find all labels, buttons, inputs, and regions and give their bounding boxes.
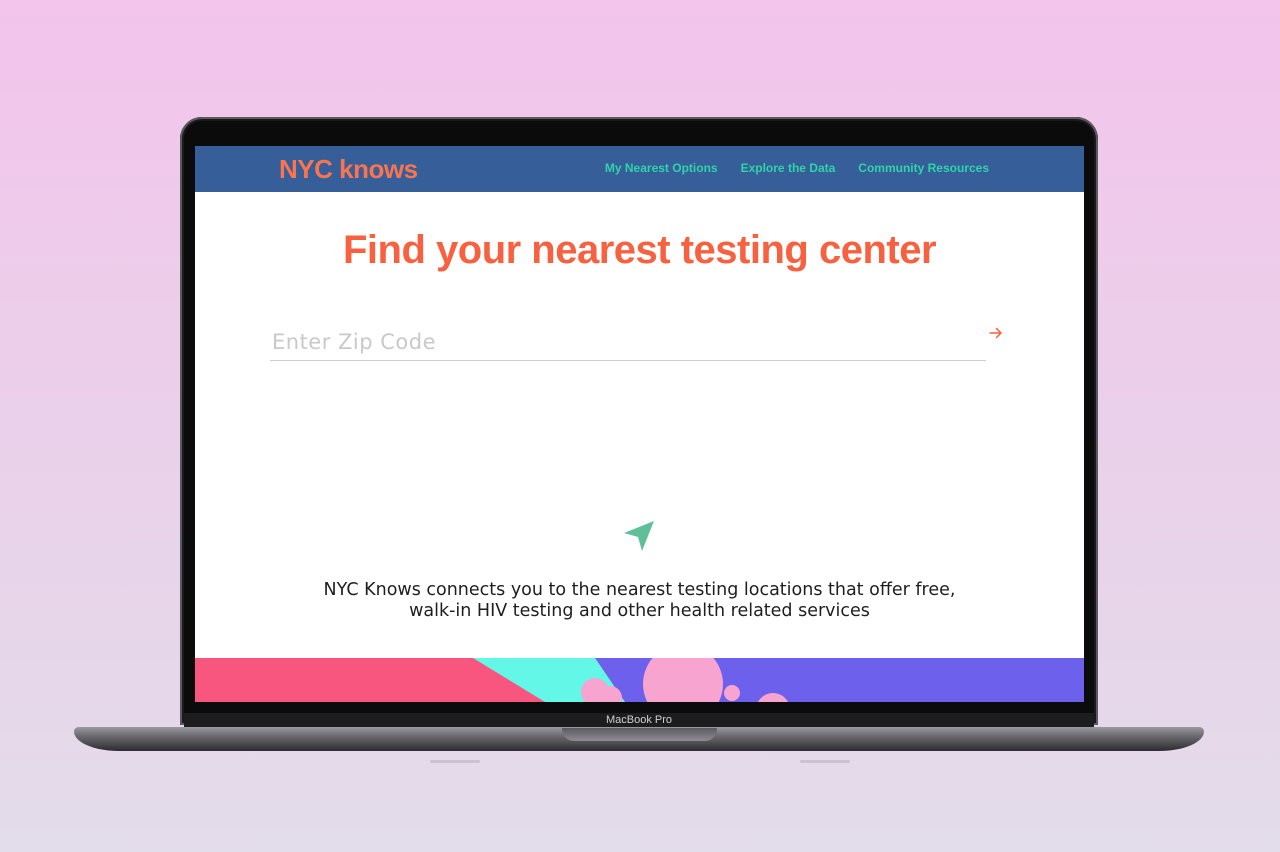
laptop-opening-notch [562,728,717,741]
top-nav: NYC knows My Nearest Options Explore the… [195,146,1084,192]
laptop-foot-left [430,760,480,763]
location-arrow-icon [622,519,656,553]
device-label: MacBook Pro [605,714,673,726]
nav-link-community-resources[interactable]: Community Resources [858,161,989,175]
tagline: NYC Knows connects you to the nearest te… [195,580,1084,622]
nav-links: My Nearest Options Explore the Data Comm… [605,161,989,175]
laptop-foot-right [800,760,850,763]
tagline-line-1: NYC Knows connects you to the nearest te… [323,580,956,600]
page-title: Find your nearest testing center [342,228,937,272]
site-logo[interactable]: NYC knows [279,154,418,185]
banner-art [195,658,1084,702]
decorative-banner [195,658,1084,702]
browser-screen: NYC knows My Nearest Options Explore the… [195,146,1084,702]
arrow-right-icon[interactable] [987,324,1005,342]
tagline-line-2: walk-in HIV testing and other health rel… [409,601,870,621]
zip-code-input[interactable] [270,326,954,358]
zip-field [270,322,986,361]
nav-link-my-nearest-options[interactable]: My Nearest Options [605,161,718,175]
nav-link-explore-the-data[interactable]: Explore the Data [741,161,836,175]
